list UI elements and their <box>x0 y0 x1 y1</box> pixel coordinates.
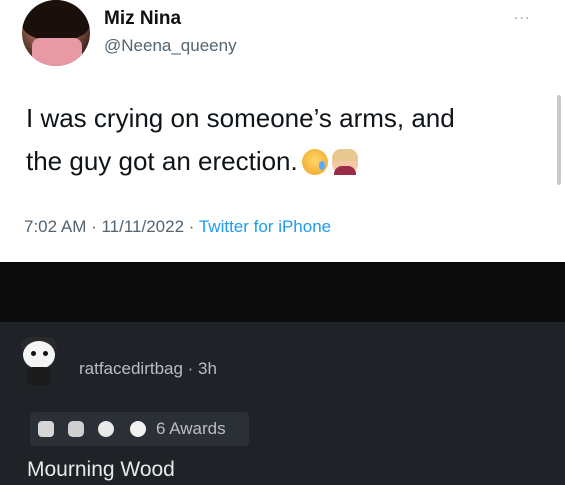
scrollbar[interactable] <box>557 95 561 185</box>
divider-band <box>0 262 565 322</box>
tweet-text-line1: I was crying on someone’s arms, and <box>26 103 455 133</box>
award-icon-2 <box>68 421 84 437</box>
facepalm-icon <box>331 149 358 175</box>
avatar-body <box>27 367 51 385</box>
tweet-timestamp[interactable]: 7:02 AM · 11/11/2022 · <box>24 217 199 236</box>
award-icon-4 <box>130 421 146 437</box>
avatar-head <box>23 341 55 369</box>
reddit-avatar[interactable] <box>17 337 63 387</box>
tweet-card: Miz Nina @Neena_queeny ... I was crying … <box>0 0 565 262</box>
crying-face-icon <box>301 149 328 175</box>
user-handle[interactable]: @Neena_queeny <box>104 36 237 56</box>
avatar-top <box>32 38 82 66</box>
tweet-text-line2: the guy got an erection. <box>26 146 298 176</box>
comment-text: Mourning Wood <box>27 458 175 481</box>
tweet-source[interactable]: Twitter for iPhone <box>199 217 331 236</box>
avatar-eye-right <box>43 351 48 356</box>
awards-count: 6 Awards <box>156 419 226 438</box>
silver-award-icon <box>38 421 54 437</box>
more-options-icon[interactable]: ... <box>514 6 530 24</box>
reddit-comment: ratfacedirtbag · 3h 6 Awards Mourning Wo… <box>0 322 565 485</box>
award-icon-3 <box>98 421 114 437</box>
avatar-eye-left <box>31 351 36 356</box>
user-avatar[interactable] <box>22 0 90 66</box>
reddit-username[interactable]: ratfacedirtbag · 3h <box>79 359 217 379</box>
avatar-hair <box>22 0 90 40</box>
tweet-text: I was crying on someone’s arms, and the … <box>26 97 546 183</box>
tweet-text-line2-wrap: the guy got an erection. <box>26 140 546 183</box>
tweet-meta: 7:02 AM · 11/11/2022 · Twitter for iPhon… <box>24 217 331 237</box>
awards-bar[interactable]: 6 Awards <box>30 412 249 446</box>
display-name[interactable]: Miz Nina <box>104 8 181 30</box>
